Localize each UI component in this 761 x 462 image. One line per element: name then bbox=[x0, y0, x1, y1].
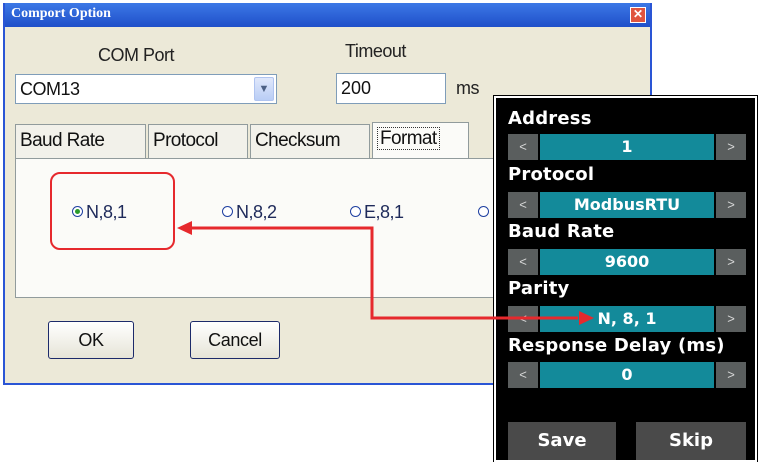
baud-rate-selector: < 9600 > bbox=[508, 249, 746, 275]
address-value: 1 bbox=[540, 134, 714, 160]
cancel-button[interactable]: Cancel bbox=[190, 321, 280, 359]
tab-checksum[interactable]: Checksum bbox=[250, 124, 370, 158]
radio-label: N,8,1 bbox=[86, 202, 127, 222]
radio-icon bbox=[222, 206, 233, 217]
next-icon[interactable]: > bbox=[716, 362, 746, 388]
prev-icon[interactable]: < bbox=[508, 192, 538, 218]
radio-n81[interactable]: N,8,1 bbox=[72, 202, 127, 223]
next-icon[interactable]: > bbox=[716, 192, 746, 218]
timeout-value: 200 bbox=[341, 78, 372, 98]
com-port-select[interactable]: COM13 ▼ bbox=[15, 74, 277, 104]
tab-label: Protocol bbox=[153, 130, 219, 151]
tab-label: Checksum bbox=[255, 130, 341, 151]
tab-label: Format bbox=[377, 127, 440, 150]
prev-icon[interactable]: < bbox=[508, 362, 538, 388]
prev-icon[interactable]: < bbox=[508, 134, 538, 160]
radio-next[interactable] bbox=[478, 202, 492, 223]
radio-icon bbox=[350, 206, 361, 217]
ok-button[interactable]: OK bbox=[48, 321, 134, 359]
title-bar: Comport Option ✕ bbox=[5, 3, 650, 27]
radio-label: E,8,1 bbox=[364, 202, 404, 222]
radio-label: N,8,2 bbox=[236, 202, 277, 222]
baud-rate-value: 9600 bbox=[540, 249, 714, 275]
protocol-selector: < ModbusRTU > bbox=[508, 192, 746, 218]
timeout-label: Timeout bbox=[345, 41, 406, 61]
parity-selector: < N, 8, 1 > bbox=[508, 306, 746, 332]
tab-protocol[interactable]: Protocol bbox=[148, 124, 248, 158]
response-delay-selector: < 0 > bbox=[508, 362, 746, 388]
next-icon[interactable]: > bbox=[716, 306, 746, 332]
chevron-down-icon[interactable]: ▼ bbox=[254, 77, 274, 101]
dialog-title: Comport Option bbox=[11, 6, 111, 21]
protocol-label: Protocol bbox=[508, 164, 595, 185]
response-delay-value: 0 bbox=[540, 362, 714, 388]
close-icon[interactable]: ✕ bbox=[630, 7, 646, 23]
prev-icon[interactable]: < bbox=[508, 249, 538, 275]
radio-e81[interactable]: E,8,1 bbox=[350, 202, 404, 223]
next-icon[interactable]: > bbox=[716, 249, 746, 275]
skip-button[interactable]: Skip bbox=[636, 422, 746, 460]
protocol-value: ModbusRTU bbox=[540, 192, 714, 218]
tab-label: Baud Rate bbox=[20, 130, 105, 151]
baud-rate-label: Baud Rate bbox=[508, 221, 615, 242]
radio-n82[interactable]: N,8,2 bbox=[222, 202, 277, 223]
tab-format[interactable]: Format bbox=[372, 122, 469, 159]
address-selector: < 1 > bbox=[508, 134, 746, 160]
response-delay-label: Response Delay (ms) bbox=[508, 335, 725, 356]
radio-icon bbox=[478, 206, 489, 217]
parity-label: Parity bbox=[508, 278, 570, 299]
timeout-unit: ms bbox=[456, 78, 480, 98]
timeout-input[interactable]: 200 bbox=[336, 73, 446, 104]
address-label: Address bbox=[508, 108, 592, 129]
device-settings-panel: Address < 1 > Protocol < ModbusRTU > Bau… bbox=[493, 95, 758, 462]
save-button[interactable]: Save bbox=[508, 422, 616, 460]
com-port-value: COM13 bbox=[20, 79, 80, 99]
next-icon[interactable]: > bbox=[716, 134, 746, 160]
parity-value: N, 8, 1 bbox=[540, 306, 714, 332]
com-port-label: COM Port bbox=[98, 45, 175, 65]
tab-baud-rate[interactable]: Baud Rate bbox=[15, 124, 146, 158]
prev-icon[interactable]: < bbox=[508, 306, 538, 332]
radio-selected-icon bbox=[72, 206, 83, 217]
